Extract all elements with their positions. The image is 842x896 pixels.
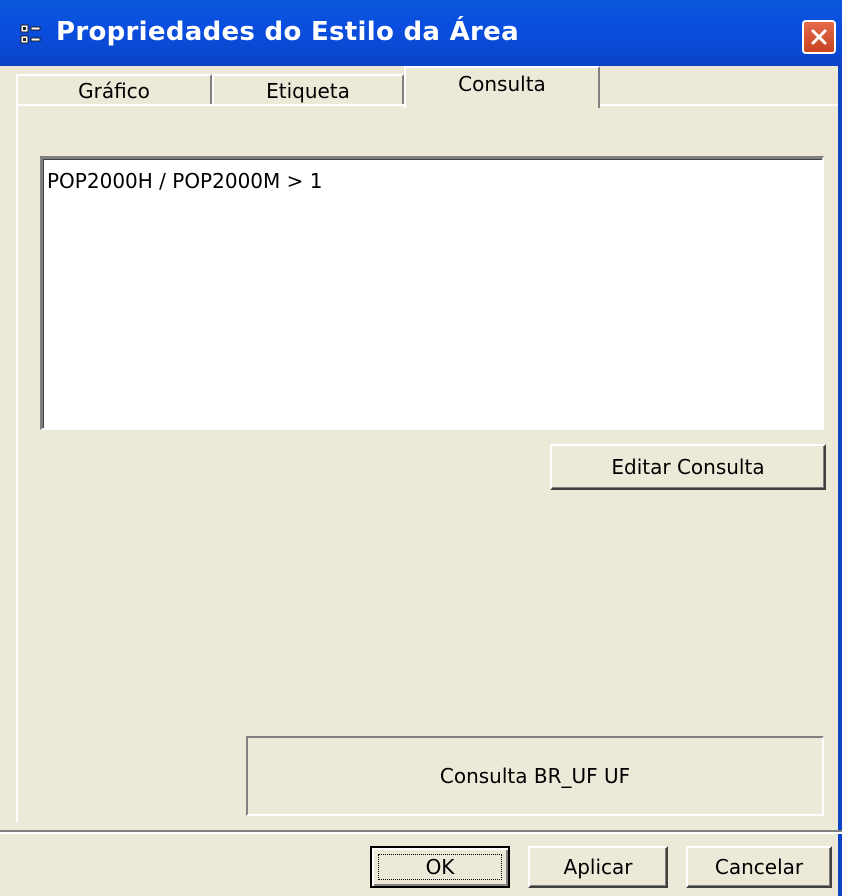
edit-query-button[interactable]: Editar Consulta (550, 444, 826, 490)
query-info-text: Consulta BR_UF UF (439, 764, 631, 788)
query-info-panel: Consulta BR_UF UF (246, 736, 824, 816)
query-textarea[interactable]: POP2000H / POP2000M > 1 (40, 156, 824, 430)
properties-window-icon (20, 24, 42, 46)
tab-consulta[interactable]: Consulta (404, 66, 600, 108)
tab-label: Consulta (458, 72, 546, 96)
apply-button[interactable]: Aplicar (528, 846, 668, 888)
title-bar[interactable]: Propriedades do Estilo da Área (0, 0, 842, 66)
ok-button[interactable]: OK (370, 846, 510, 888)
dialog-window: Propriedades do Estilo da Área Gráfico E… (0, 0, 842, 896)
focus-rectangle (378, 854, 502, 880)
footer-separator-highlight (0, 832, 842, 834)
tab-label: Etiqueta (266, 79, 350, 103)
close-button[interactable] (802, 20, 836, 54)
cancel-button[interactable]: Cancelar (686, 846, 832, 888)
query-expression: POP2000H / POP2000M > 1 (47, 169, 323, 193)
tab-grafico[interactable]: Gráfico (16, 74, 212, 106)
window-title: Propriedades do Estilo da Área (56, 17, 519, 47)
tab-label: Gráfico (78, 79, 150, 103)
tab-bar: Gráfico Etiqueta Consulta (0, 66, 842, 108)
tab-etiqueta[interactable]: Etiqueta (212, 74, 404, 106)
